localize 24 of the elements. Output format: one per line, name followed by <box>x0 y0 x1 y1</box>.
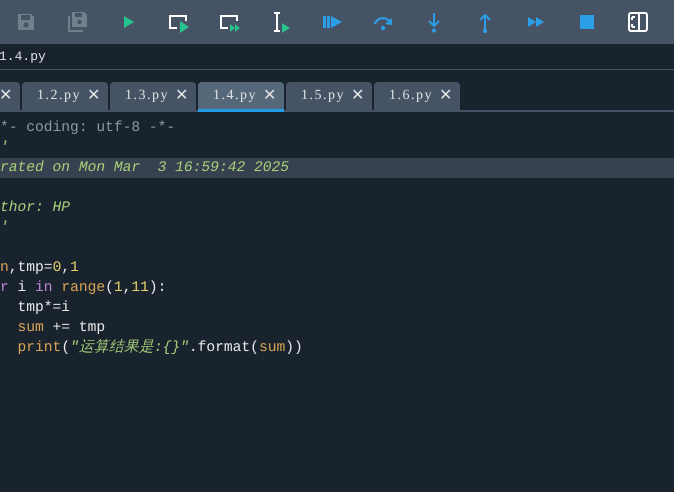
code-line: r i in range(1,11): <box>0 279 168 298</box>
file-path: 1.4.py <box>0 48 46 66</box>
file-tab[interactable]: 1.2.py ✕ <box>22 82 108 112</box>
close-icon[interactable]: ✕ <box>351 88 364 104</box>
close-icon[interactable]: ✕ <box>87 88 100 104</box>
file-tab[interactable]: ✕ <box>0 82 20 112</box>
code-line: print("运算结果是:{}".format(sum)) <box>16 338 304 358</box>
code-line: thor: HP <box>0 199 72 218</box>
save-all-icon <box>66 11 88 33</box>
panel-icon <box>626 11 648 33</box>
close-icon[interactable]: ✕ <box>439 88 452 104</box>
code-line: *- coding: utf-8 -*- <box>0 119 176 138</box>
file-tab[interactable]: 1.5.py ✕ <box>286 82 372 112</box>
code-line: n,tmp=0,1 <box>0 259 80 278</box>
close-icon[interactable]: ✕ <box>263 88 276 104</box>
close-icon[interactable]: ✕ <box>175 88 188 104</box>
close-icon[interactable]: ✕ <box>0 88 12 104</box>
file-tab[interactable]: 1.4.py ✕ <box>198 82 284 112</box>
code-line: ' <box>0 139 10 158</box>
code-line: ' <box>0 219 10 238</box>
code-line: sum += tmp <box>16 319 106 338</box>
file-tab[interactable]: 1.6.py ✕ <box>374 82 460 112</box>
code-line: tmp*=i <box>16 299 72 318</box>
file-tab[interactable]: 1.3.py ✕ <box>110 82 196 112</box>
